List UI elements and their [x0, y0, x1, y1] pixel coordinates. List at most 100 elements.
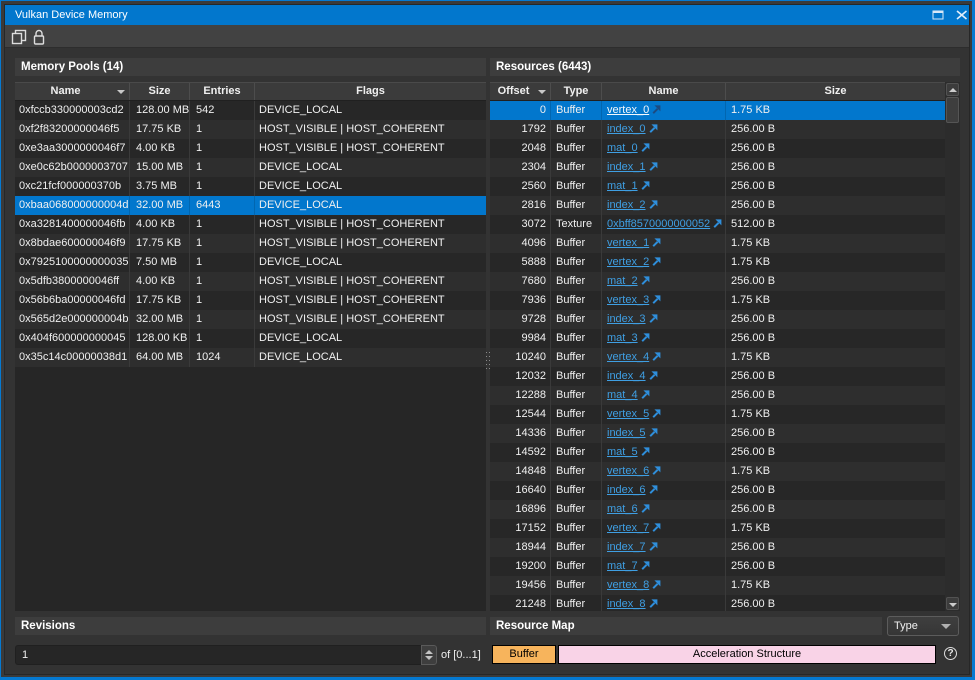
table-row[interactable]: 0xe3aa3000000046f74.00 KB1HOST_VISIBLE |… [15, 139, 486, 158]
table-row[interactable]: 0x8bdae600000046f917.75 KB1HOST_VISIBLE … [15, 234, 486, 253]
cell-name[interactable]: mat_7 [602, 557, 726, 576]
table-row[interactable]: 17152Buffervertex_7 1.75 KB [490, 519, 945, 538]
cell-type[interactable]: Buffer [551, 576, 602, 595]
table-body[interactable]: 0xfccb330000003cd2128.00 MB542DEVICE_LOC… [15, 101, 486, 611]
resource-link[interactable]: index_7 [607, 541, 646, 553]
cell-type[interactable]: Buffer [551, 348, 602, 367]
cell-name[interactable]: vertex_4 [602, 348, 726, 367]
table-row[interactable]: 18944Bufferindex_7 256.00 B [490, 538, 945, 557]
resource-link[interactable]: mat_3 [607, 332, 638, 344]
cell-type[interactable]: Buffer [551, 177, 602, 196]
table-row[interactable]: 1792Bufferindex_0 256.00 B [490, 120, 945, 139]
cell-name[interactable]: mat_4 [602, 386, 726, 405]
cell-name[interactable]: 0x35c14c00000038d1 [15, 348, 130, 367]
cell-offset[interactable]: 0 [490, 101, 551, 120]
cell-flags[interactable]: HOST_VISIBLE | HOST_COHERENT [255, 234, 486, 253]
cell-entries[interactable]: 1 [190, 253, 255, 272]
spinner-buttons[interactable] [421, 645, 437, 665]
resource-link[interactable]: mat_2 [607, 275, 638, 287]
table-row[interactable]: 0x5dfb3800000046ff4.00 KB1HOST_VISIBLE |… [15, 272, 486, 291]
cell-size[interactable]: 256.00 B [726, 120, 945, 139]
cell-offset[interactable]: 9984 [490, 329, 551, 348]
cell-name[interactable]: 0xf2f83200000046f5 [15, 120, 130, 139]
table-header[interactable]: OffsetTypeNameSize [490, 82, 945, 101]
cell-size[interactable]: 17.75 KB [130, 234, 190, 253]
cell-name[interactable]: index_6 [602, 481, 726, 500]
cell-size[interactable]: 256.00 B [726, 500, 945, 519]
cell-type[interactable]: Buffer [551, 139, 602, 158]
table-row[interactable]: 9728Bufferindex_3 256.00 B [490, 310, 945, 329]
cell-name[interactable]: mat_6 [602, 500, 726, 519]
column-header-flags[interactable]: Flags [255, 83, 486, 100]
cell-flags[interactable]: DEVICE_LOCAL [255, 101, 486, 120]
cell-name[interactable]: 0x5dfb3800000046ff [15, 272, 130, 291]
resource-link[interactable]: mat_4 [607, 389, 638, 401]
resource-link[interactable]: index_6 [607, 484, 646, 496]
cell-flags[interactable]: DEVICE_LOCAL [255, 348, 486, 367]
table-row[interactable]: 16640Bufferindex_6 256.00 B [490, 481, 945, 500]
cell-size[interactable]: 256.00 B [726, 443, 945, 462]
cell-type[interactable]: Texture [551, 215, 602, 234]
table-body[interactable]: 0Buffervertex_0 1.75 KB1792Bufferindex_0… [490, 101, 945, 611]
cell-name[interactable]: mat_0 [602, 139, 726, 158]
resource-link[interactable]: vertex_3 [607, 294, 649, 306]
cell-type[interactable]: Buffer [551, 329, 602, 348]
resource-map-segment-buffer[interactable]: Buffer [492, 645, 556, 664]
cell-type[interactable]: Buffer [551, 557, 602, 576]
cell-offset[interactable]: 7936 [490, 291, 551, 310]
table-row[interactable]: 2304Bufferindex_1 256.00 B [490, 158, 945, 177]
cell-offset[interactable]: 10240 [490, 348, 551, 367]
cell-type[interactable]: Buffer [551, 424, 602, 443]
table-row[interactable]: 0xfccb330000003cd2128.00 MB542DEVICE_LOC… [15, 101, 486, 120]
vertical-scrollbar[interactable] [945, 82, 960, 611]
table-row[interactable]: 0x35c14c00000038d164.00 MB1024DEVICE_LOC… [15, 348, 486, 367]
cell-offset[interactable]: 1792 [490, 120, 551, 139]
cell-name[interactable]: vertex_7 [602, 519, 726, 538]
cell-size[interactable]: 256.00 B [726, 424, 945, 443]
cell-offset[interactable]: 19200 [490, 557, 551, 576]
cell-size[interactable]: 512.00 B [726, 215, 945, 234]
cell-name[interactable]: 0xbff8570000000052 [602, 215, 726, 234]
cell-name[interactable]: 0xa3281400000046fb [15, 215, 130, 234]
cell-name[interactable]: 0x7925100000000035 [15, 253, 130, 272]
table-row[interactable]: 5888Buffervertex_2 1.75 KB [490, 253, 945, 272]
memory-pools-table[interactable]: NameSizeEntriesFlags0xfccb330000003cd212… [15, 82, 486, 611]
cell-size[interactable]: 32.00 MB [130, 310, 190, 329]
cell-entries[interactable]: 1 [190, 272, 255, 291]
cell-name[interactable]: vertex_6 [602, 462, 726, 481]
cell-entries[interactable]: 1 [190, 215, 255, 234]
table-row[interactable]: 4096Buffervertex_1 1.75 KB [490, 234, 945, 253]
cell-name[interactable]: vertex_8 [602, 576, 726, 595]
cell-flags[interactable]: HOST_VISIBLE | HOST_COHERENT [255, 272, 486, 291]
cell-size[interactable]: 4.00 KB [130, 215, 190, 234]
cell-entries[interactable]: 1 [190, 158, 255, 177]
cell-size[interactable]: 17.75 KB [130, 120, 190, 139]
cell-size[interactable]: 1.75 KB [726, 253, 945, 272]
panel-splitter[interactable] [486, 82, 490, 611]
resource-link[interactable]: vertex_8 [607, 579, 649, 591]
table-row[interactable]: 19200Buffermat_7 256.00 B [490, 557, 945, 576]
table-row[interactable]: 0x565d2e000000004b32.00 MB1HOST_VISIBLE … [15, 310, 486, 329]
cell-offset[interactable]: 2560 [490, 177, 551, 196]
cell-offset[interactable]: 21248 [490, 595, 551, 611]
cell-size[interactable]: 4.00 KB [130, 139, 190, 158]
cell-offset[interactable]: 2816 [490, 196, 551, 215]
table-header[interactable]: NameSizeEntriesFlags [15, 82, 486, 101]
cell-type[interactable]: Buffer [551, 519, 602, 538]
resource-link[interactable]: vertex_2 [607, 256, 649, 268]
resource-link[interactable]: vertex_5 [607, 408, 649, 420]
cell-entries[interactable]: 542 [190, 101, 255, 120]
cell-flags[interactable]: DEVICE_LOCAL [255, 196, 486, 215]
table-row[interactable]: 14848Buffervertex_6 1.75 KB [490, 462, 945, 481]
cell-offset[interactable]: 5888 [490, 253, 551, 272]
cell-type[interactable]: Buffer [551, 500, 602, 519]
cell-offset[interactable]: 16640 [490, 481, 551, 500]
cell-type[interactable]: Buffer [551, 101, 602, 120]
cell-name[interactable]: index_7 [602, 538, 726, 557]
resource-link[interactable]: mat_5 [607, 446, 638, 458]
table-row[interactable]: 0x404f600000000045128.00 KB1DEVICE_LOCAL [15, 329, 486, 348]
cell-name[interactable]: mat_2 [602, 272, 726, 291]
table-row[interactable]: 12544Buffervertex_5 1.75 KB [490, 405, 945, 424]
cell-size[interactable]: 256.00 B [726, 367, 945, 386]
resource-link[interactable]: index_5 [607, 427, 646, 439]
